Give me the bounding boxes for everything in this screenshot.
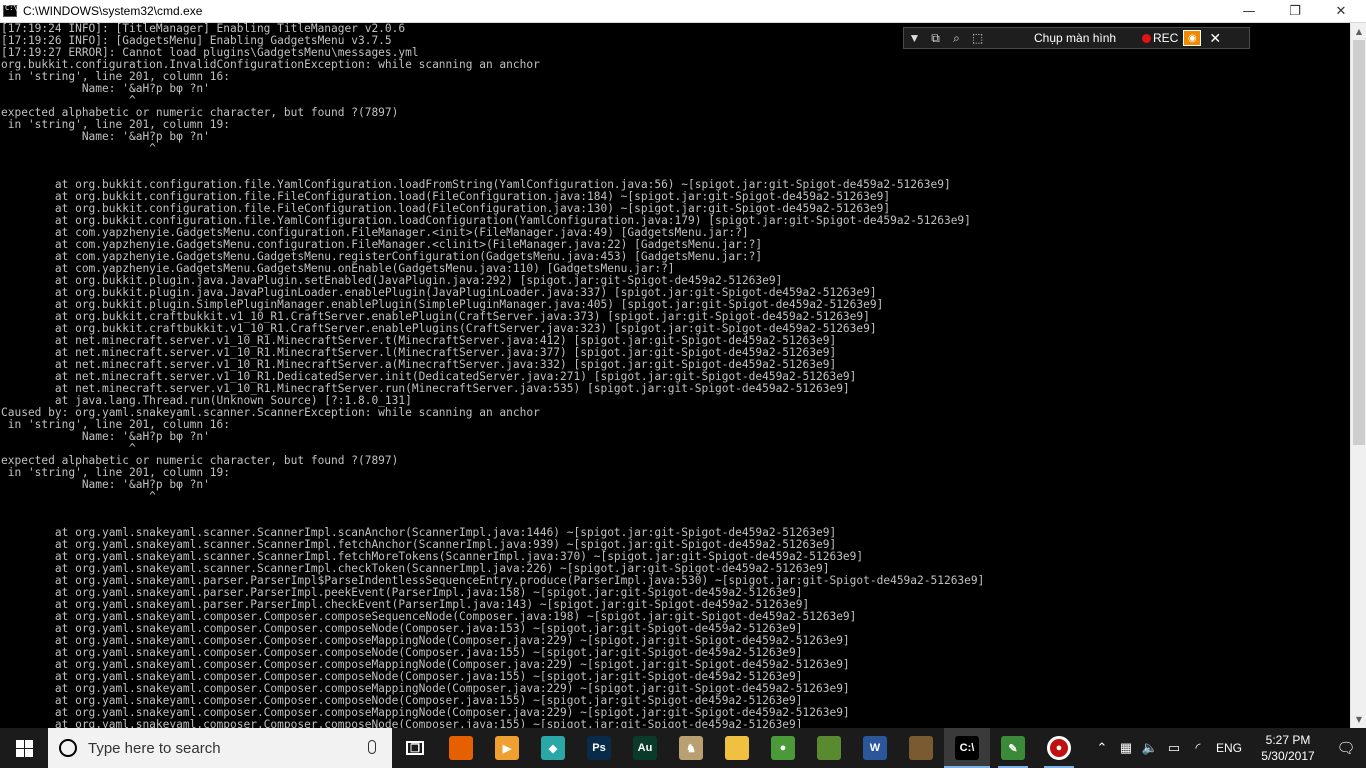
task-view-icon: ❐ xyxy=(406,741,424,755)
taskbar-app-maps[interactable]: ◆ xyxy=(530,728,576,768)
close-toolbar-icon[interactable]: ✕ xyxy=(1209,30,1221,47)
taskbar-app-notepad[interactable]: ✎ xyxy=(990,728,1036,768)
taskbar-app-firefox[interactable] xyxy=(438,728,484,768)
windows-logo-icon xyxy=(15,739,33,757)
zoom-icon[interactable]: ⌕ xyxy=(946,31,967,46)
game-icon: ♞ xyxy=(679,736,703,760)
minimize-button[interactable]: — xyxy=(1226,0,1272,23)
taskbar: Type here to search ❐ ▶ ◆ Ps Au ♞ ● W C:\ ✎ ● ⌃ ▦ … xyxy=(0,728,1366,768)
minecraft-launcher-icon xyxy=(909,736,933,760)
show-hidden-icons-icon[interactable]: ⌃ xyxy=(1090,740,1114,756)
taskbar-app-media-player[interactable]: ▶ xyxy=(484,728,530,768)
cortana-icon xyxy=(59,739,77,757)
console-line: at org.yaml.snakeyaml.composer.Composer.… xyxy=(1,718,803,729)
photoshop-icon: Ps xyxy=(587,736,611,760)
notepad-icon: ✎ xyxy=(1001,736,1025,760)
volume-icon[interactable]: 🔈 xyxy=(1138,740,1162,756)
taskbar-apps: ❐ ▶ ◆ Ps Au ♞ ● W C:\ ✎ ● xyxy=(392,728,1082,768)
console-line: Name: '&aH?p bφ ?n' xyxy=(1,478,210,491)
dropdown-icon[interactable]: ▼ xyxy=(904,31,925,45)
scroll-thumb[interactable] xyxy=(1353,40,1365,445)
taskbar-app-recorder[interactable]: ● xyxy=(1036,728,1082,768)
taskbar-app-game[interactable]: ♞ xyxy=(668,728,714,768)
vertical-scrollbar[interactable]: ▲ ▼ xyxy=(1350,23,1366,728)
maps-icon: ◆ xyxy=(541,736,565,760)
taskbar-app-word[interactable]: W xyxy=(852,728,898,768)
console-line: Name: '&aH?p bφ ?n' xyxy=(1,82,210,95)
rec-label[interactable]: REC xyxy=(1153,31,1178,45)
cmd-icon: C:\ xyxy=(955,736,979,760)
console-line: ^ xyxy=(1,490,156,503)
minecraft-icon xyxy=(817,736,841,760)
region-capture-icon[interactable]: ⬚ xyxy=(967,31,988,45)
console-output[interactable]: [17:19:24 INFO]: [TitleManager] Enabling… xyxy=(0,23,1350,728)
language-indicator[interactable]: ENG xyxy=(1216,741,1242,755)
file-explorer-icon xyxy=(725,736,749,760)
taskbar-app-minecraft-launcher[interactable] xyxy=(898,728,944,768)
chrome-icon: ● xyxy=(771,736,795,760)
wifi-icon[interactable]: ◜ xyxy=(1186,740,1210,756)
screen-capture-toolbar: ▼ ⧉ ⌕ ⬚ Chụp màn hình REC ◉ ✕ xyxy=(903,27,1250,49)
taskbar-app-task-view[interactable]: ❐ xyxy=(392,728,438,768)
scroll-up-arrow[interactable]: ▲ xyxy=(1351,23,1366,40)
clock-time: 5:27 PM xyxy=(1265,733,1311,747)
media-player-icon: ▶ xyxy=(495,736,519,760)
record-dot-icon[interactable] xyxy=(1142,33,1151,43)
recorder-icon: ● xyxy=(1047,736,1071,760)
console-line: Name: '&aH?p bφ ?n' xyxy=(1,130,210,143)
search-box[interactable]: Type here to search xyxy=(48,728,392,768)
network-icon[interactable]: ▦ xyxy=(1114,740,1138,756)
maximize-button[interactable]: ❐ xyxy=(1272,0,1318,23)
firefox-icon xyxy=(449,736,473,760)
taskbar-app-minecraft[interactable] xyxy=(806,728,852,768)
window-title-bar[interactable]: C:\WINDOWS\system32\cmd.exe — ❐ ✕ xyxy=(0,0,1366,23)
taskbar-app-chrome[interactable]: ● xyxy=(760,728,806,768)
system-tray: ⌃ ▦ 🔈 ▭ ◜ ENG 5:27 PM 5/30/2017 🗨 xyxy=(1090,728,1366,768)
start-button[interactable] xyxy=(0,728,48,768)
scroll-down-arrow[interactable]: ▼ xyxy=(1351,711,1366,728)
clock-date: 5/30/2017 xyxy=(1261,749,1315,763)
window-capture-icon[interactable]: ⧉ xyxy=(925,31,946,46)
battery-icon[interactable]: ▭ xyxy=(1162,740,1186,756)
action-center-icon[interactable]: 🗨 xyxy=(1326,739,1366,757)
cmd-app-icon xyxy=(3,4,18,17)
close-button[interactable]: ✕ xyxy=(1318,0,1364,23)
taskbar-app-photoshop[interactable]: Ps xyxy=(576,728,622,768)
word-icon: W xyxy=(863,736,887,760)
capture-title: Chụp màn hình xyxy=(1034,31,1117,45)
taskbar-app-audition[interactable]: Au xyxy=(622,728,668,768)
console-line: ^ xyxy=(1,142,156,155)
window-title: C:\WINDOWS\system32\cmd.exe xyxy=(23,4,203,18)
microphone-icon[interactable] xyxy=(368,740,376,754)
search-placeholder: Type here to search xyxy=(88,739,221,757)
taskbar-app-file-explorer[interactable] xyxy=(714,728,760,768)
console-line: Name: '&aH?p bφ ?n' xyxy=(1,430,210,443)
console-text: [17:19:24 INFO]: [TitleManager] Enabling… xyxy=(0,23,1350,728)
camera-icon[interactable]: ◉ xyxy=(1183,30,1202,46)
audition-icon: Au xyxy=(633,736,657,760)
taskbar-app-cmd[interactable]: C:\ xyxy=(944,728,990,768)
clock[interactable]: 5:27 PM 5/30/2017 xyxy=(1250,732,1326,764)
